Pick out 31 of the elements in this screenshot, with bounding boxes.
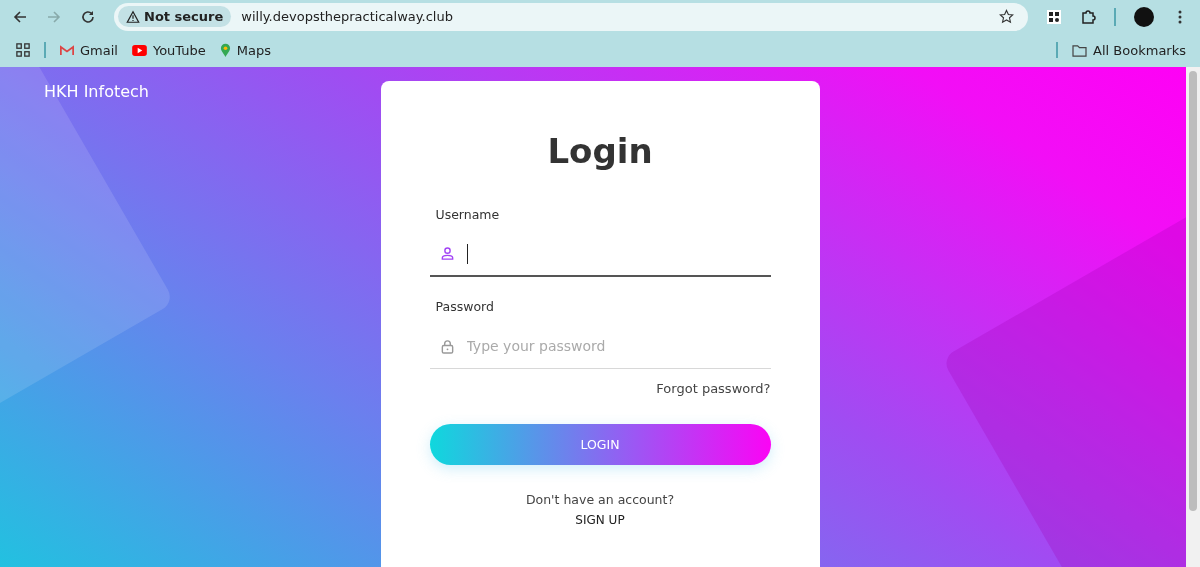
apps-grid-icon[interactable] bbox=[16, 43, 30, 57]
signup-link[interactable]: SIGN UP bbox=[575, 513, 625, 527]
bookmark-link[interactable]: YouTube bbox=[131, 42, 206, 58]
address-bar[interactable]: Not secure willy.devopsthepracticalway.club bbox=[114, 2, 1028, 31]
bookmark-link[interactable]: Maps bbox=[219, 42, 272, 58]
warning-icon bbox=[126, 9, 140, 24]
field-label: Username bbox=[434, 207, 501, 222]
forgot-password-link[interactable]: Forgot password? bbox=[656, 381, 771, 396]
all-bookmarks-button[interactable]: All Bookmarks bbox=[1072, 42, 1186, 58]
profile-avatar[interactable] bbox=[1134, 6, 1154, 27]
security-chip[interactable]: Not secure bbox=[118, 6, 232, 27]
bookmark-link[interactable]: Gmail bbox=[60, 42, 118, 58]
map-pin-icon bbox=[219, 42, 231, 58]
url-text: willy.devopsthepracticalway.club bbox=[241, 9, 453, 24]
lock-icon bbox=[439, 338, 455, 355]
person-icon bbox=[439, 246, 455, 261]
back-icon[interactable] bbox=[12, 8, 28, 25]
puzzle-icon[interactable] bbox=[1080, 8, 1096, 25]
play-icon bbox=[131, 44, 147, 56]
login-title: Login bbox=[546, 131, 654, 171]
scrollbar[interactable] bbox=[1186, 67, 1200, 567]
field-label: Password bbox=[434, 299, 495, 314]
star-icon[interactable] bbox=[999, 9, 1014, 24]
scrollbar-thumb[interactable] bbox=[1189, 71, 1197, 511]
brand-name: HKH Infotech bbox=[44, 82, 149, 101]
login-button[interactable]: LOGIN bbox=[429, 424, 771, 465]
folder-icon bbox=[1072, 43, 1088, 57]
signup-prompt: Don't have an account? bbox=[524, 492, 676, 507]
reload-icon[interactable] bbox=[80, 8, 96, 25]
mail-icon bbox=[60, 44, 74, 56]
qr-code-icon[interactable] bbox=[1046, 8, 1062, 25]
